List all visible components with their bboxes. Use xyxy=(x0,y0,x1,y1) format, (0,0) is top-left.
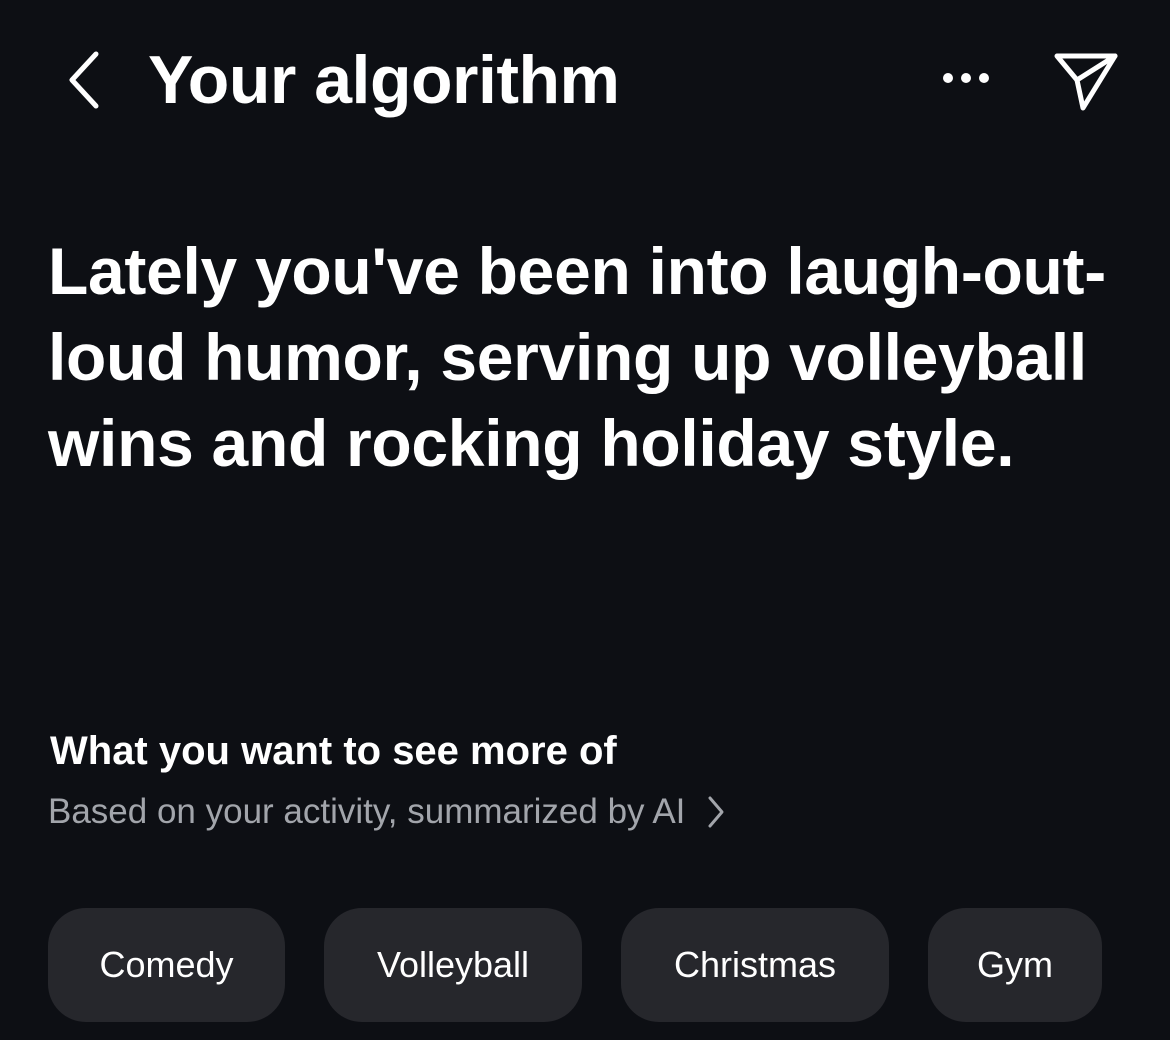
back-button[interactable] xyxy=(52,40,116,120)
paper-plane-icon xyxy=(1054,53,1118,111)
share-button[interactable] xyxy=(1046,40,1126,120)
chevron-right-icon xyxy=(708,796,724,828)
top-bar: Your algorithm xyxy=(0,0,1170,160)
topic-chips: Comedy Volleyball Christmas Gym xyxy=(48,908,1102,1022)
topic-chip-gym[interactable]: Gym xyxy=(928,908,1102,1022)
topic-chip-christmas[interactable]: Christmas xyxy=(621,908,889,1022)
topic-chip-volleyball[interactable]: Volleyball xyxy=(324,908,582,1022)
page-title: Your algorithm xyxy=(148,42,620,118)
topic-chip-comedy[interactable]: Comedy xyxy=(48,908,285,1022)
section-subtitle: Based on your activity, summarized by AI xyxy=(48,792,686,831)
ellipsis-icon xyxy=(943,73,989,83)
more-options-button[interactable] xyxy=(930,52,1002,104)
section-title: What you want to see more of xyxy=(50,729,617,773)
algorithm-summary: Lately you've been into laugh-out-loud h… xyxy=(48,234,1106,480)
ai-summary-link[interactable]: Based on your activity, summarized by AI xyxy=(48,786,725,838)
chevron-left-icon xyxy=(69,51,99,109)
